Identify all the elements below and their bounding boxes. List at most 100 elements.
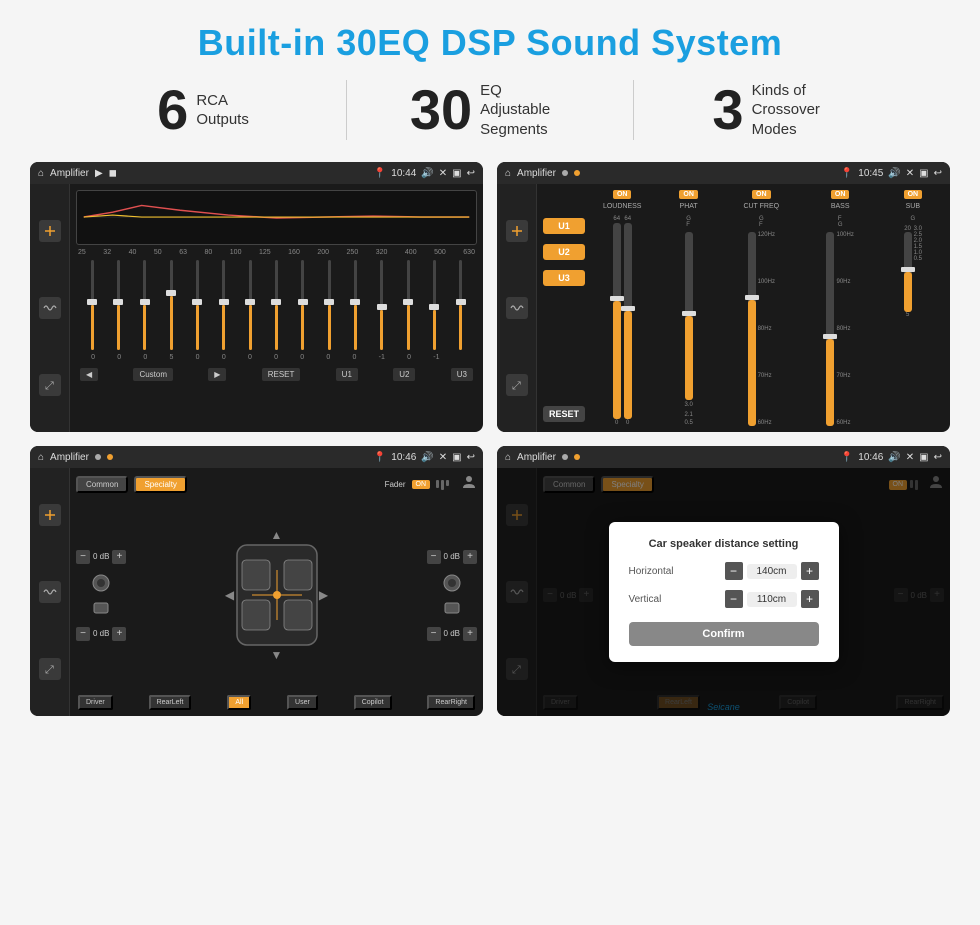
minus-right-top[interactable]: − [427, 550, 441, 564]
vertical-plus[interactable]: + [801, 590, 819, 608]
arrow-right[interactable]: ▶ [314, 585, 334, 605]
eq-slider-5 [222, 260, 225, 350]
screen4-close-icon[interactable]: ✕ [906, 452, 914, 463]
cutfreq-slider-1 [748, 232, 756, 426]
screen2-icon-wave[interactable] [506, 297, 528, 319]
plus-right-top[interactable]: + [463, 550, 477, 564]
plus-left-bottom[interactable]: + [112, 627, 126, 641]
screen3-back-icon[interactable]: ↩ [467, 452, 475, 463]
screen2-u3-btn[interactable]: U3 [543, 270, 585, 286]
plus-left-top[interactable]: + [112, 550, 126, 564]
screen1-next-btn[interactable]: ▶ [208, 368, 226, 381]
btn-copilot[interactable]: Copilot [354, 695, 392, 710]
bass-slider-1 [826, 232, 834, 426]
bass-sliders: 100Hz 90Hz 80Hz 70Hz 60Hz [826, 232, 853, 426]
screen1-pin-icon: 📍 [374, 168, 386, 179]
channel-sub-label: SUB [906, 203, 920, 210]
horizontal-plus[interactable]: + [801, 562, 819, 580]
screen3-speaker-icon[interactable]: 🔊 [421, 452, 433, 463]
screen2-u1-btn[interactable]: U1 [543, 218, 585, 234]
phat-gf-label: GF [686, 216, 691, 228]
btn-driver[interactable]: Driver [78, 695, 113, 710]
screen3-dot1 [95, 454, 101, 460]
screen2-back-icon[interactable]: ↩ [934, 168, 942, 179]
screen1-icon-arrows[interactable]: ⤢ [39, 374, 61, 396]
stat-crossover-number: 3 [712, 82, 743, 138]
screen3-window-icon[interactable]: ▣ [452, 452, 461, 463]
channel-phat-on: ON [679, 190, 698, 199]
screen1-back-icon[interactable]: ↩ [467, 168, 475, 179]
eq-slider-10 [354, 260, 357, 350]
screen3-person-icon[interactable] [461, 474, 477, 495]
plus-right-bottom[interactable]: + [463, 627, 477, 641]
vertical-minus[interactable]: − [725, 590, 743, 608]
screen3-icon-eq[interactable] [39, 504, 61, 526]
screen2-title: Amplifier [517, 168, 556, 179]
arrow-left[interactable]: ◀ [220, 585, 240, 605]
screens-grid: ⌂ Amplifier ▶ ◼ 📍 10:44 🔊 ✕ ▣ ↩ [0, 162, 980, 732]
horizontal-control: − 140cm + [725, 562, 819, 580]
screen3-close-icon[interactable]: ✕ [439, 452, 447, 463]
screen3-common-tab[interactable]: Common [76, 476, 128, 493]
confirm-button[interactable]: Confirm [629, 622, 819, 646]
horizontal-label: Horizontal [629, 566, 674, 577]
screen1-eq-main: 253240506380100125160200250320400500630 [70, 184, 483, 432]
btn-rear-right[interactable]: RearRight [427, 695, 475, 710]
screen1-icon-wave[interactable] [39, 297, 61, 319]
eq-slider-13 [433, 260, 436, 350]
screen2-time: 10:45 [858, 168, 883, 179]
eq-slider-14 [459, 260, 462, 350]
cutfreq-freq-labels: 120Hz 100Hz 80Hz 70Hz 60Hz [758, 232, 775, 426]
bass-freq-labels: 100Hz 90Hz 80Hz 70Hz 60Hz [836, 232, 853, 426]
screen2-speaker-icon[interactable]: 🔊 [888, 168, 900, 179]
screen4-speaker-icon[interactable]: 🔊 [888, 452, 900, 463]
screen1-home-icon[interactable]: ⌂ [38, 168, 44, 179]
screen1-reset-btn[interactable]: RESET [262, 368, 301, 381]
screen2-window-icon[interactable]: ▣ [919, 168, 928, 179]
sub-freq-labels: 3.0 2.5 2.0 1.5 1.0 0.5 [914, 226, 922, 262]
fader-label: Fader [385, 480, 406, 489]
screen4-window-icon[interactable]: ▣ [919, 452, 928, 463]
stat-crossover-label: Kinds of Crossover Modes [752, 81, 842, 140]
screen2-u2-btn[interactable]: U2 [543, 244, 585, 260]
screen2-close-icon[interactable]: ✕ [906, 168, 914, 179]
channel-loudness-on: ON [613, 190, 632, 199]
screen4-home-icon[interactable]: ⌂ [505, 452, 511, 463]
screen1-prev-btn[interactable]: ◀ [80, 368, 98, 381]
screen3-specialty-tab[interactable]: Specialty [134, 476, 186, 493]
screen1-u1-btn[interactable]: U1 [336, 368, 358, 381]
screen3-home-icon[interactable]: ⌂ [38, 452, 44, 463]
bass-fg-label: FG [838, 216, 843, 228]
eq-slider-11 [380, 260, 383, 350]
screen1-window-icon[interactable]: ▣ [452, 168, 461, 179]
minus-left-bottom[interactable]: − [76, 627, 90, 641]
speaker-icons-left [76, 572, 126, 619]
screen2-icon-arrows[interactable]: ⤢ [506, 374, 528, 396]
screen3-icon-arrows[interactable]: ⤢ [39, 658, 61, 680]
screen1-u3-btn[interactable]: U3 [451, 368, 473, 381]
screen1-u2-btn[interactable]: U2 [393, 368, 415, 381]
screen4-back-icon[interactable]: ↩ [934, 452, 942, 463]
screen1-play-icon[interactable]: ▶ [95, 168, 103, 179]
minus-left-top[interactable]: − [76, 550, 90, 564]
screen1-custom-btn[interactable]: Custom [133, 368, 173, 381]
horizontal-minus[interactable]: − [725, 562, 743, 580]
arrow-down[interactable]: ▼ [267, 645, 287, 665]
screen1-speaker-icon[interactable]: 🔊 [421, 168, 433, 179]
minus-right-bottom[interactable]: − [427, 627, 441, 641]
car-speaker-diagram: ▲ [134, 499, 418, 691]
btn-all[interactable]: All [227, 695, 251, 710]
screen2-pin-icon: 📍 [841, 168, 853, 179]
channel-loudness-label: LOUDNESS [603, 203, 642, 210]
eq-slider-3 [170, 260, 173, 350]
btn-user[interactable]: User [287, 695, 318, 710]
screen1-close-icon[interactable]: ✕ [439, 168, 447, 179]
screen1-icon-eq[interactable] [39, 220, 61, 242]
screen2-reset-btn[interactable]: RESET [543, 406, 585, 422]
btn-rear-left[interactable]: RearLeft [149, 695, 192, 710]
stat-rca: 6 RCA Outputs [60, 82, 346, 138]
screen1-pause-icon[interactable]: ◼ [109, 168, 117, 179]
screen2-home-icon[interactable]: ⌂ [505, 168, 511, 179]
screen2-icon-eq[interactable] [506, 220, 528, 242]
screen3-icon-wave[interactable] [39, 581, 61, 603]
